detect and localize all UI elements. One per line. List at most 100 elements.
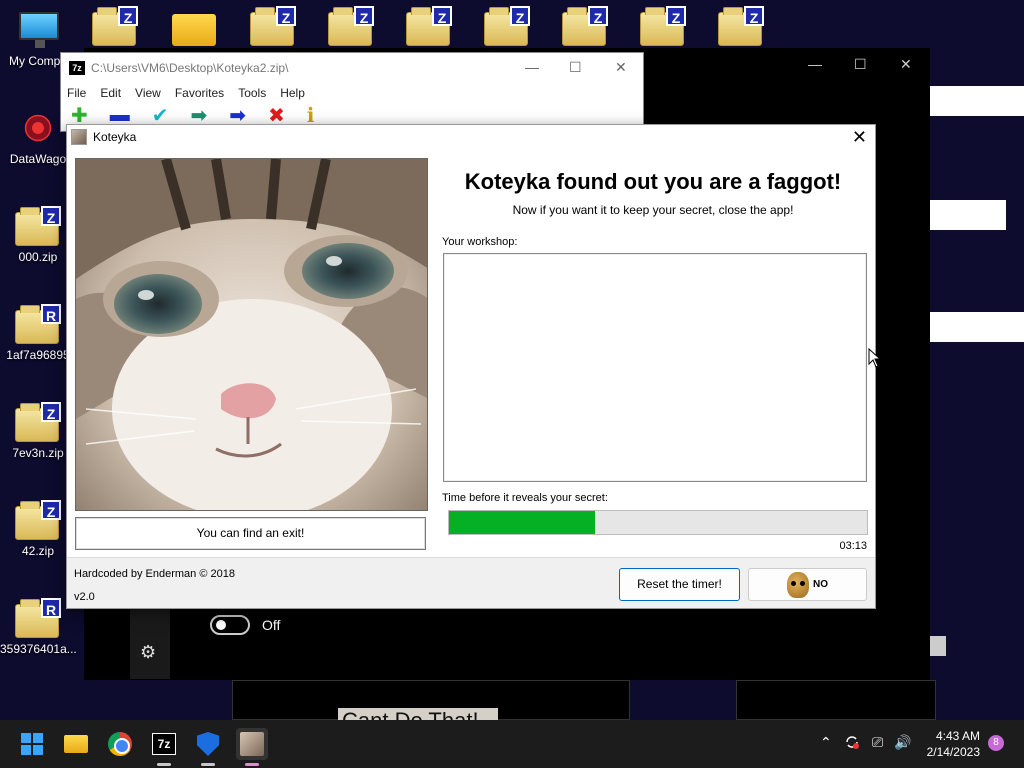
desktop-icon-zip-top[interactable]: Z bbox=[406, 6, 452, 46]
folder-icon[interactable] bbox=[172, 14, 216, 46]
desktop-icon-zip-top[interactable]: Z bbox=[328, 6, 374, 46]
zip-badge: Z bbox=[588, 6, 608, 26]
desktop-icon-359376401a[interactable]: R 359376401a... bbox=[0, 598, 77, 656]
glitch-bar bbox=[930, 200, 1006, 230]
active-indicator bbox=[245, 763, 259, 766]
cat-face-illustration bbox=[76, 159, 427, 510]
shield-icon bbox=[197, 732, 219, 756]
sevenzip-window: 7z C:\Users\VM6\Desktop\Koteyka2.zip\ — … bbox=[60, 52, 644, 132]
workshop-label: Your workshop: bbox=[442, 236, 518, 248]
notification-badge[interactable]: 8 bbox=[988, 735, 1004, 751]
countdown-progress-bar bbox=[448, 510, 868, 535]
baldi-image-button[interactable]: NO bbox=[748, 568, 867, 601]
toggle-switch[interactable] bbox=[210, 615, 250, 635]
desktop-icon-label: DataWago bbox=[9, 152, 67, 166]
taskbar-chrome[interactable] bbox=[104, 728, 136, 760]
chrome-icon bbox=[108, 732, 132, 756]
baldi-no-label: NO bbox=[813, 579, 828, 590]
desktop-icon-zip-top[interactable]: Z bbox=[484, 6, 530, 46]
koteyka-footer: Hardcoded by Enderman © 2018 v2.0 Reset … bbox=[67, 557, 875, 608]
desktop-icon-zip-top[interactable]: Z bbox=[640, 6, 686, 46]
sevenzip-close-button[interactable]: ✕ bbox=[615, 59, 627, 76]
bg-maximize-button[interactable]: ☐ bbox=[854, 56, 867, 73]
headline: Koteyka found out you are a faggot! bbox=[464, 169, 842, 194]
close-icon[interactable]: ✕ bbox=[852, 127, 867, 148]
desktop-icon-000-zip[interactable]: Z 000.zip bbox=[0, 206, 76, 264]
gear-icon[interactable]: ⚙ bbox=[140, 642, 156, 663]
clock[interactable]: 4:43 AM 2/14/2023 bbox=[927, 728, 980, 760]
sevenzip-titlebar[interactable]: 7z C:\Users\VM6\Desktop\Koteyka2.zip\ bbox=[61, 53, 643, 83]
desktop-icon-7ev3n-zip[interactable]: Z 7ev3n.zip bbox=[0, 402, 76, 460]
glitch-bar bbox=[930, 86, 1024, 116]
menu-tools[interactable]: Tools bbox=[238, 86, 266, 100]
glitch-bar bbox=[930, 636, 946, 656]
running-indicator bbox=[201, 763, 215, 766]
sevenzip-title: C:\Users\VM6\Desktop\Koteyka2.zip\ bbox=[91, 61, 289, 75]
menu-edit[interactable]: Edit bbox=[100, 86, 121, 100]
mouse-cursor-icon bbox=[868, 348, 882, 368]
cat-image bbox=[75, 158, 428, 511]
windows-logo-icon bbox=[21, 733, 43, 755]
sync-icon[interactable] bbox=[844, 734, 860, 753]
desktop-icon-1af7a96895[interactable]: R 1af7a96895 bbox=[0, 304, 76, 362]
menu-file[interactable]: File bbox=[67, 86, 86, 100]
network-icon[interactable]: ⎚ bbox=[872, 734, 883, 751]
sevenzip-minimize-button[interactable]: — bbox=[525, 59, 539, 75]
web-icon bbox=[17, 108, 59, 148]
sevenzip-menubar: File Edit View Favorites Tools Help bbox=[61, 83, 643, 103]
bg-close-button[interactable]: ✕ bbox=[900, 56, 912, 73]
taskbar-file-explorer[interactable] bbox=[60, 728, 92, 760]
monitor-icon bbox=[19, 12, 59, 48]
workshop-textarea[interactable] bbox=[443, 253, 867, 482]
zip-badge: Z bbox=[510, 6, 530, 26]
zip-badge: Z bbox=[276, 6, 296, 26]
menu-help[interactable]: Help bbox=[280, 86, 305, 100]
desktop-icon-zip-top[interactable]: Z bbox=[250, 6, 296, 46]
desktop-icon-label: 359376401a... bbox=[0, 642, 77, 656]
rar-badge: R bbox=[41, 598, 61, 618]
chevron-up-icon[interactable]: ⌃ bbox=[820, 734, 832, 751]
menu-view[interactable]: View bbox=[135, 86, 161, 100]
koteyka-title: Koteyka bbox=[93, 130, 137, 144]
time-label: Time before it reveals your secret: bbox=[442, 492, 608, 504]
toggle-label: Off bbox=[262, 617, 281, 633]
desktop-icon-label: My Compu bbox=[8, 54, 67, 68]
countdown-timer: 03:13 bbox=[839, 540, 867, 552]
sevenzip-logo-icon: 7z bbox=[69, 61, 85, 75]
baldi-face-icon bbox=[787, 571, 809, 598]
menu-favorites[interactable]: Favorites bbox=[175, 86, 224, 100]
bg-minimize-button[interactable]: — bbox=[808, 56, 822, 72]
zip-badge: Z bbox=[432, 6, 452, 26]
background-panel bbox=[736, 680, 936, 720]
cat-app-icon bbox=[240, 732, 264, 756]
zip-badge: Z bbox=[744, 6, 764, 26]
volume-icon[interactable]: 🔊 bbox=[894, 734, 911, 751]
desktop-icon-label: 42.zip bbox=[21, 544, 55, 558]
version-text: v2.0 bbox=[74, 591, 95, 603]
desktop-icon-zip-top[interactable]: Z bbox=[718, 6, 764, 46]
sevenzip-maximize-button[interactable]: ☐ bbox=[569, 59, 582, 76]
clock-date: 2/14/2023 bbox=[926, 745, 980, 759]
running-indicator bbox=[157, 763, 171, 766]
desktop-icon-label: 000.zip bbox=[18, 250, 58, 264]
clock-time: 4:43 AM bbox=[935, 729, 980, 743]
reset-timer-button[interactable]: Reset the timer! bbox=[619, 568, 740, 601]
cat-app-icon bbox=[71, 129, 87, 145]
desktop-icon-zip-top[interactable]: Z bbox=[562, 6, 608, 46]
subline: Now if you want it to keep your secret, … bbox=[512, 203, 794, 217]
desktop-icon-label: 7ev3n.zip bbox=[12, 446, 64, 460]
rar-badge: R bbox=[41, 304, 61, 324]
zip-badge: Z bbox=[41, 206, 61, 226]
zip-badge: Z bbox=[118, 6, 138, 26]
credit-text: Hardcoded by Enderman © 2018 bbox=[74, 568, 235, 580]
desktop-icon-42-zip[interactable]: Z 42.zip bbox=[0, 500, 76, 558]
desktop-icon-zip-top[interactable]: Z bbox=[92, 6, 138, 46]
koteyka-titlebar[interactable]: Koteyka bbox=[67, 125, 875, 149]
find-exit-button[interactable]: You can find an exit! bbox=[75, 517, 426, 550]
start-button[interactable] bbox=[16, 728, 48, 760]
taskbar-koteyka[interactable] bbox=[236, 728, 268, 766]
folder-icon bbox=[64, 735, 88, 753]
taskbar-7zip[interactable]: 7z bbox=[148, 728, 180, 766]
taskbar: 7z ⌃ ⎚ 🔊 4:43 AM 2/14/2023 8 bbox=[0, 720, 1024, 768]
taskbar-defender[interactable] bbox=[192, 728, 224, 766]
